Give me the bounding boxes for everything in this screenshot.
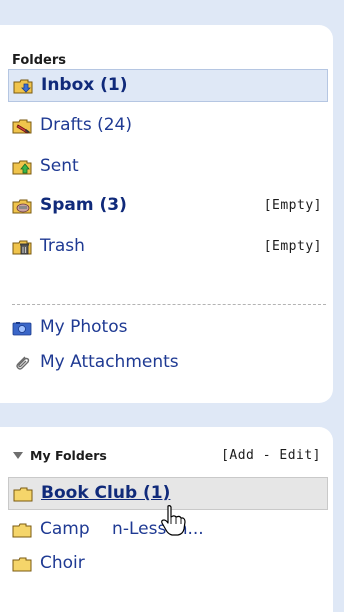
- link-label: My Photos: [40, 317, 128, 337]
- folder-icon: [12, 557, 32, 572]
- folder-label: Drafts (24): [40, 115, 133, 135]
- empty-spam-link[interactable]: [Empty]: [264, 198, 322, 213]
- trash-icon: [12, 240, 32, 255]
- folder-label: Trash: [40, 236, 85, 256]
- divider: [12, 304, 326, 305]
- folder-choir[interactable]: Choir: [8, 548, 328, 581]
- empty-trash-link[interactable]: [Empty]: [264, 239, 322, 254]
- folder-icon: [13, 487, 33, 502]
- my-attachments-link[interactable]: My Attachments: [8, 347, 328, 380]
- collapse-triangle-icon[interactable]: [13, 452, 23, 460]
- folder-spam[interactable]: Spam (3) [Empty]: [8, 190, 328, 223]
- my-photos-link[interactable]: My Photos: [8, 312, 328, 345]
- folder-label: Spam (3): [40, 195, 127, 215]
- inbox-icon: [13, 79, 33, 94]
- paperclip-icon: [16, 356, 30, 370]
- photos-icon: [12, 322, 32, 336]
- hand-cursor-icon: [161, 505, 186, 536]
- folder-drafts[interactable]: Drafts (24): [8, 110, 328, 143]
- spam-icon: [12, 199, 32, 214]
- folder-label: Choir: [40, 553, 85, 573]
- folder-icon: [12, 523, 32, 538]
- add-edit-links[interactable]: [Add - Edit]: [221, 448, 321, 463]
- sent-icon: [12, 160, 32, 175]
- my-folders-header: My Folders: [30, 448, 107, 463]
- folders-panel: Folders Inbox (1) Drafts (24) Sent Spam …: [0, 25, 333, 403]
- folder-label: Book Club (1): [41, 483, 171, 503]
- link-label: My Attachments: [40, 352, 179, 372]
- folder-trash[interactable]: Trash [Empty]: [8, 231, 328, 264]
- folder-sent[interactable]: Sent: [8, 151, 328, 184]
- drafts-icon: [12, 119, 32, 134]
- folders-header: Folders: [12, 53, 67, 68]
- folder-inbox[interactable]: Inbox (1): [8, 69, 328, 102]
- folder-label: Sent: [40, 156, 79, 176]
- folder-label: Inbox (1): [41, 75, 128, 95]
